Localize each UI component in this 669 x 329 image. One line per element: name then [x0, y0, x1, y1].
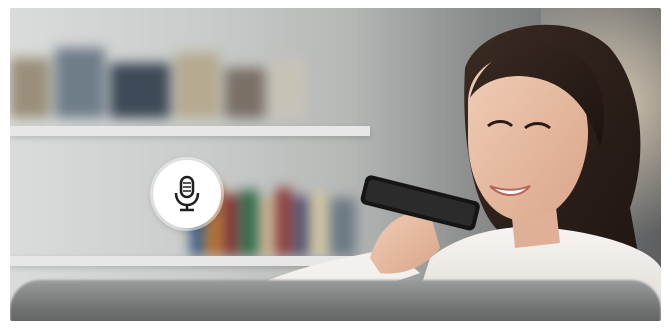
microphone-icon — [174, 175, 200, 212]
image-frame — [0, 0, 669, 329]
photo — [10, 8, 661, 321]
couch — [10, 280, 661, 321]
microphone-badge — [153, 160, 221, 228]
